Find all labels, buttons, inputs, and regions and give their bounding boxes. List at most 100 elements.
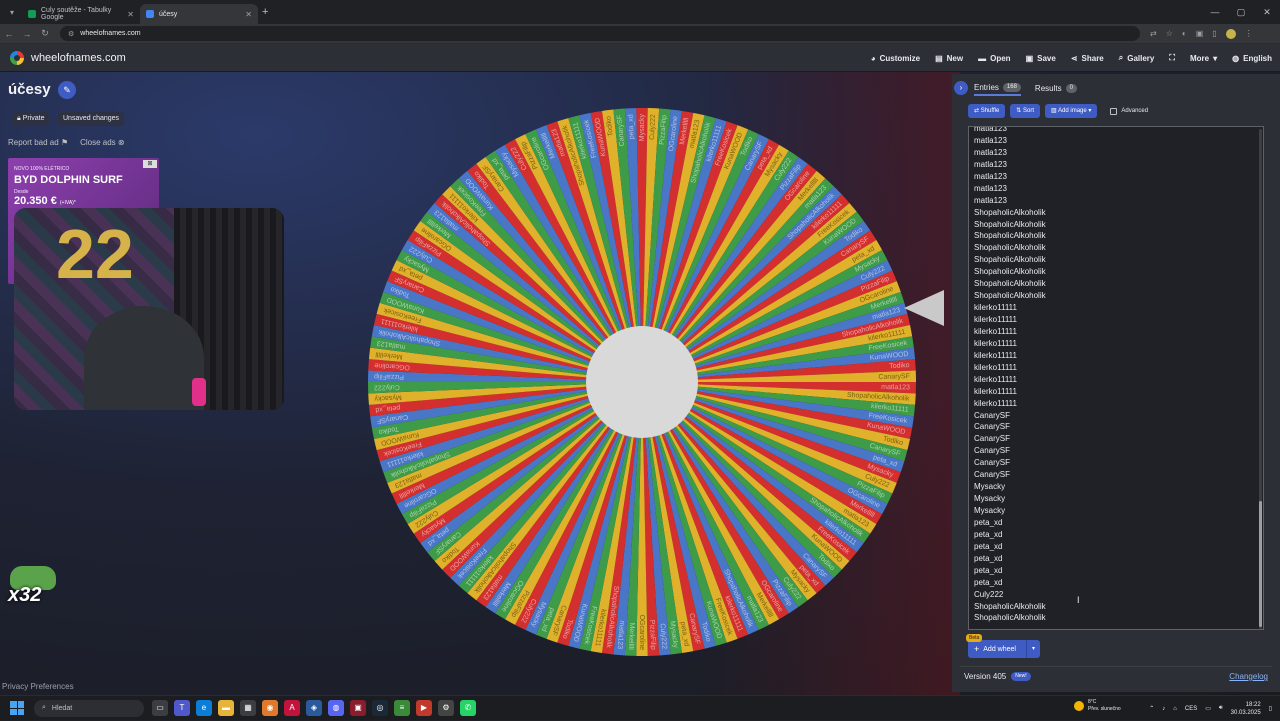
notification-icon[interactable]: ▯ — [1269, 705, 1272, 712]
notepad-icon[interactable]: ≡ — [394, 700, 410, 716]
entry-line[interactable]: kilerko11111 — [974, 326, 1263, 338]
edit-title-icon[interactable]: ✎ — [58, 81, 76, 99]
volume-icon[interactable]: 🔊︎ — [1219, 705, 1223, 712]
more-button[interactable]: More ▾ — [1190, 54, 1217, 63]
chevron-down-icon[interactable]: ▾ — [1026, 640, 1040, 658]
entry-line[interactable]: matla123 — [974, 127, 1263, 135]
entry-line[interactable]: matla123 — [974, 147, 1263, 159]
entry-line[interactable]: ShopaholicAlkoholik — [974, 278, 1263, 290]
entry-line[interactable]: peta_xd — [974, 517, 1263, 529]
minimize-icon[interactable]: — — [1202, 0, 1228, 24]
open-button[interactable]: ▬ Open — [978, 54, 1010, 63]
entry-line[interactable]: peta_xd — [974, 529, 1263, 541]
report-ad-link[interactable]: Report bad ad ⚑ — [8, 138, 68, 147]
privacy-preferences-link[interactable]: Privacy Preferences — [2, 682, 74, 691]
changelog-link[interactable]: Changelog — [1229, 672, 1268, 681]
task-view-icon[interactable]: ▭ — [152, 700, 168, 716]
close-ads-link[interactable]: Close ads ⊗ — [80, 138, 125, 147]
browser-tab-sheets[interactable]: Culy soutěže - Tabulky Google ✕ — [22, 4, 140, 24]
language-indicator[interactable]: CES — [1185, 706, 1197, 712]
entry-line[interactable]: peta_xd — [974, 553, 1263, 565]
new-tab-icon[interactable]: + — [262, 6, 268, 18]
tray-chevron-icon[interactable]: ⌃ — [1149, 705, 1154, 712]
entry-line[interactable]: CanarySF — [974, 457, 1263, 469]
entry-line[interactable]: Culy222 — [974, 589, 1263, 601]
collapse-panel-icon[interactable]: › — [954, 81, 968, 95]
language-button[interactable]: ◍ English — [1232, 54, 1272, 63]
ad-close-icon[interactable]: ⊠ — [143, 160, 157, 168]
advanced-checkbox[interactable]: Advanced — [1110, 107, 1148, 115]
entry-line[interactable]: matla123 — [974, 183, 1263, 195]
browser-tab-active[interactable]: účesy ✕ — [140, 4, 258, 24]
private-chip[interactable]: 🔒︎ Private — [12, 112, 50, 126]
entry-line[interactable]: ShopaholicAlkoholik — [974, 266, 1263, 278]
entry-line[interactable]: CanarySF — [974, 433, 1263, 445]
acrobat-icon[interactable]: A — [284, 700, 300, 716]
add-image-button[interactable]: ▨ Add image ▾ — [1045, 104, 1098, 118]
edge-icon[interactable]: e — [196, 700, 212, 716]
shuffle-button[interactable]: ⇄ Shuffle — [968, 104, 1006, 118]
entry-line[interactable]: Mysacky — [974, 493, 1263, 505]
sidepanel-icon[interactable]: ▯ — [1212, 29, 1216, 38]
whatsapp-icon[interactable]: ✆ — [460, 700, 476, 716]
share-button[interactable]: ⋖ Share — [1071, 54, 1104, 63]
site-info-icon[interactable]: ⚙ — [68, 30, 74, 38]
entries-scrollbar[interactable] — [1259, 129, 1262, 629]
settings-gear-icon[interactable]: ⚙ — [438, 700, 454, 716]
entry-line[interactable]: CanarySF — [974, 410, 1263, 422]
entry-line[interactable]: matla123 — [974, 135, 1263, 147]
explorer-icon[interactable]: ▬ — [218, 700, 234, 716]
checkbox-box[interactable] — [1110, 107, 1118, 115]
entry-line[interactable]: ShopaholicAlkoholik — [974, 254, 1263, 266]
wheel-svg[interactable]: matla123ShopaholicAlkoholikkilerko11111F… — [366, 106, 918, 658]
fullscreen-button[interactable]: ⛶ — [1169, 53, 1175, 63]
wheel-logo-icon[interactable] — [10, 50, 24, 65]
windows-start-icon[interactable] — [10, 701, 24, 715]
clock[interactable]: 18:22 30.03.2025 — [1231, 701, 1261, 717]
close-tab-icon[interactable]: ✕ — [245, 10, 252, 19]
entry-line[interactable]: matla123 — [974, 171, 1263, 183]
entry-line[interactable]: ShopaholicAlkoholik — [974, 290, 1263, 302]
tab-results[interactable]: Results 0 — [1035, 80, 1077, 96]
entry-line[interactable]: ShopaholicAlkoholik — [974, 230, 1263, 242]
entry-line[interactable]: CanarySF — [974, 445, 1263, 457]
display-icon[interactable]: ▭ — [1205, 705, 1211, 712]
obs-icon[interactable]: ▣ — [350, 700, 366, 716]
entry-line[interactable]: Mysacky — [974, 481, 1263, 493]
entry-line[interactable]: kilerko11111 — [974, 398, 1263, 410]
entry-line[interactable]: peta_xd — [974, 541, 1263, 553]
back-icon[interactable]: ← — [0, 29, 18, 39]
entry-line[interactable]: CanarySF — [974, 421, 1263, 433]
puzzle-icon[interactable]: ▣ — [1196, 29, 1204, 38]
sort-button[interactable]: ⇅ Sort — [1010, 104, 1040, 118]
taskbar-search-input[interactable]: ⌕ Hledat — [34, 699, 144, 717]
wheel-center-hub[interactable] — [586, 326, 698, 438]
bookmark-star-icon[interactable]: ☆ — [1166, 29, 1173, 38]
site-name[interactable]: wheelofnames.com — [31, 52, 126, 64]
network-icon[interactable]: ⌂ — [1173, 706, 1177, 712]
entry-line[interactable]: CanarySF — [974, 469, 1263, 481]
chrome-icon[interactable]: ◉ — [262, 700, 278, 716]
scrollbar-thumb[interactable] — [1259, 501, 1262, 627]
media-icon[interactable]: ▶ — [416, 700, 432, 716]
mic-icon[interactable]: ♪ — [1162, 706, 1165, 712]
kebab-menu-icon[interactable]: ⋮ — [1245, 29, 1253, 38]
entry-line[interactable]: kilerko11111 — [974, 338, 1263, 350]
entry-line[interactable]: kilerko11111 — [974, 314, 1263, 326]
weather-widget[interactable]: 8°C Přev. slunečno — [1074, 699, 1121, 713]
forward-icon[interactable]: → — [18, 29, 36, 39]
store-icon[interactable]: ▦ — [240, 700, 256, 716]
entry-line[interactable]: ShopaholicAlkoholik — [974, 601, 1263, 613]
extension-icon[interactable]: ◐ — [1182, 29, 1187, 38]
translate-icon[interactable]: ⇄ — [1150, 29, 1157, 38]
entries-textarea[interactable]: matla123 matla123 matla123 matla123 matla123… — [968, 126, 1264, 630]
entry-line[interactable]: ShopaholicAlkoholik — [974, 242, 1263, 254]
name-wheel[interactable]: matla123 ShopaholicAlkoholik kilerko11111 F… — [366, 106, 918, 658]
entry-line[interactable]: kilerko11111 — [974, 362, 1263, 374]
teams-icon[interactable]: T — [174, 700, 190, 716]
save-button[interactable]: ▣ Save — [1026, 54, 1056, 63]
entry-line[interactable]: kilerko11111 — [974, 302, 1263, 314]
entry-line[interactable]: Mysacky — [974, 505, 1263, 517]
reload-icon[interactable]: ↻ — [36, 28, 54, 39]
entry-line[interactable]: ShopaholicAlkoholik — [974, 219, 1263, 231]
